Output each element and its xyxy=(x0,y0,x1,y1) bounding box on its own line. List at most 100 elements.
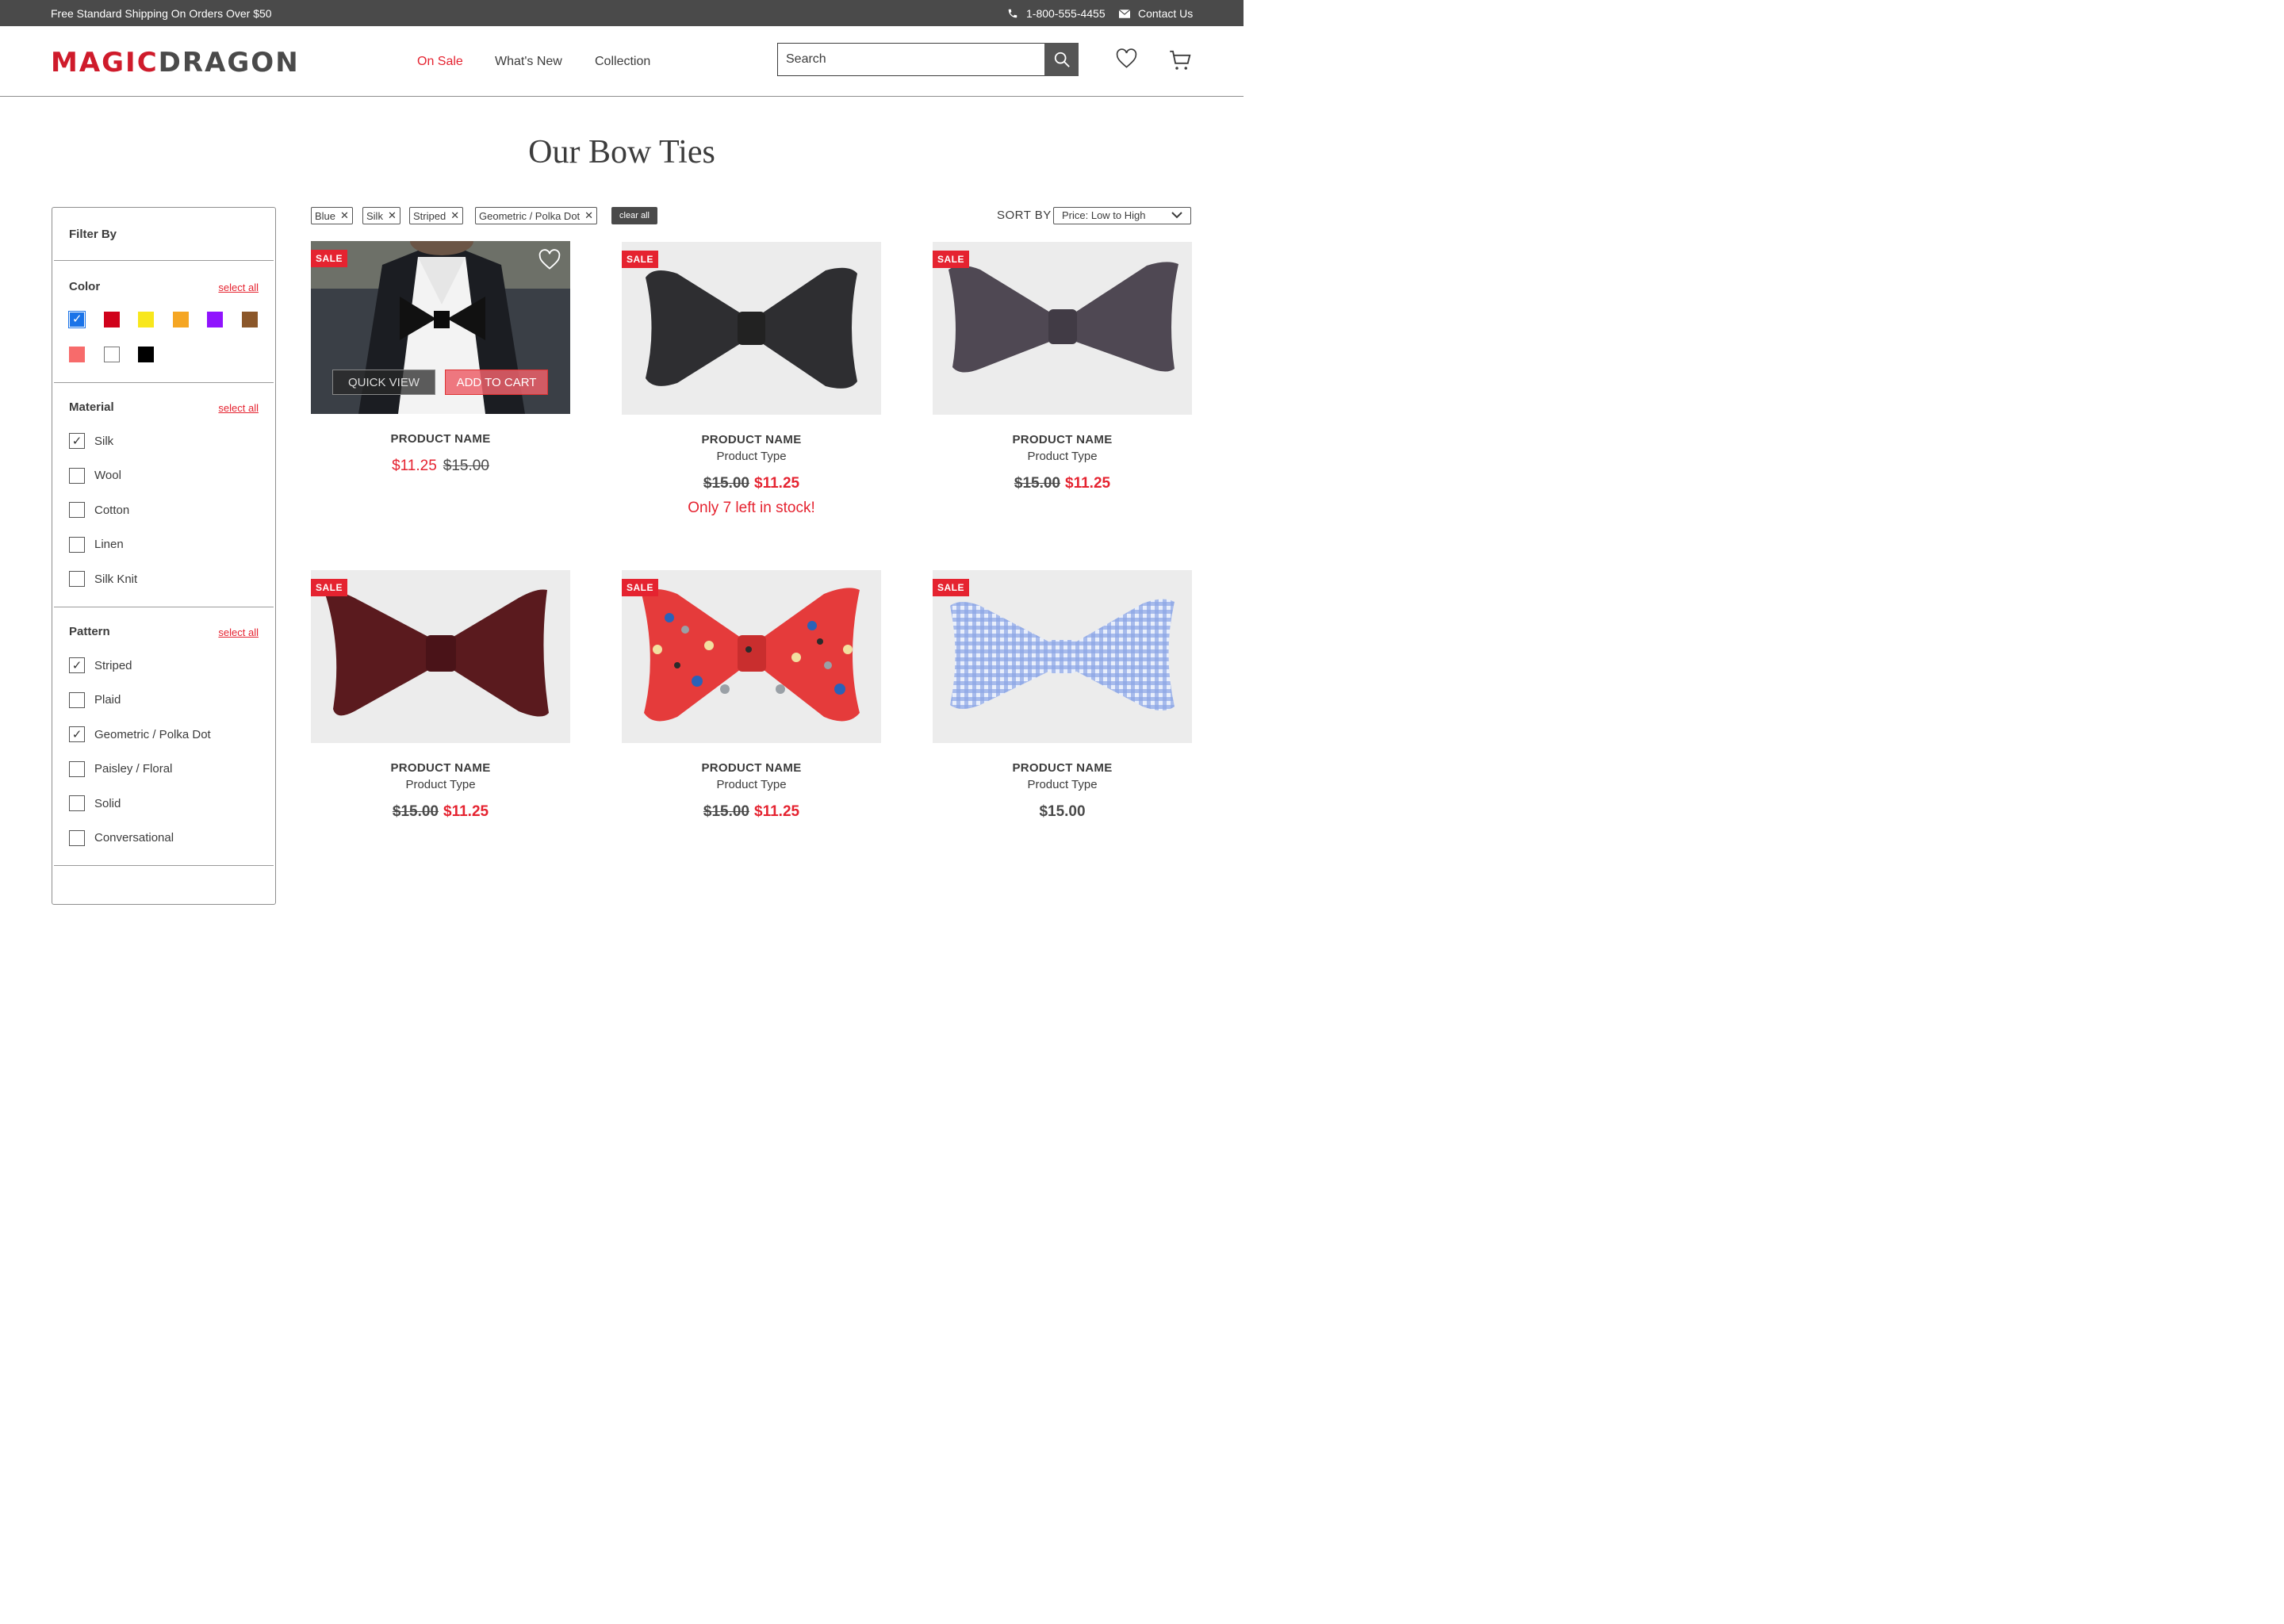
search-button[interactable] xyxy=(1044,43,1079,76)
option-label: Solid xyxy=(94,796,121,810)
product-image[interactable]: SALE xyxy=(622,242,881,415)
checkbox[interactable]: ✓ xyxy=(69,726,85,742)
option-label: Striped xyxy=(94,658,132,672)
close-icon[interactable]: ✕ xyxy=(340,209,349,222)
option-label: Linen xyxy=(94,538,124,551)
check-icon: ✓ xyxy=(72,312,82,326)
color-swatch[interactable] xyxy=(104,347,120,362)
cart-button[interactable] xyxy=(1169,48,1193,76)
material-option[interactable]: ✓ Silk xyxy=(69,433,113,449)
checkbox[interactable] xyxy=(69,467,85,484)
phone-icon xyxy=(1008,9,1017,18)
product-name[interactable]: PRODUCT NAME xyxy=(933,433,1192,446)
checkbox[interactable] xyxy=(69,502,85,518)
option-label: Silk xyxy=(94,434,114,448)
filter-title: Filter By xyxy=(69,228,117,241)
phone-link[interactable]: 1-800-555-4455 xyxy=(1007,7,1106,20)
stock-warning: Only 7 left in stock! xyxy=(688,500,815,516)
price-sale: $11.25 xyxy=(1065,475,1111,492)
pattern-option[interactable]: Conversational xyxy=(69,829,174,846)
product-image[interactable]: SALE xyxy=(933,242,1192,415)
product-name[interactable]: PRODUCT NAME xyxy=(622,761,881,775)
chip-silk[interactable]: Silk ✕ xyxy=(362,207,400,224)
checkbox[interactable]: ✓ xyxy=(69,657,85,673)
product-image[interactable]: SALE xyxy=(622,570,881,743)
product-photo xyxy=(642,588,860,722)
chip-blue[interactable]: Blue ✕ xyxy=(311,207,353,224)
nav-collection[interactable]: Collection xyxy=(595,55,650,69)
color-swatch[interactable] xyxy=(69,347,85,362)
sort-select[interactable]: Price: Low to High xyxy=(1053,207,1191,224)
clear-all-button[interactable]: clear all xyxy=(611,207,657,224)
product-photo xyxy=(950,599,1175,710)
sale-badge: SALE xyxy=(622,579,659,596)
checkbox[interactable] xyxy=(69,795,85,811)
product-name[interactable]: PRODUCT NAME xyxy=(933,761,1192,775)
checkbox[interactable] xyxy=(69,691,85,708)
material-option[interactable]: Wool xyxy=(69,467,121,484)
close-icon[interactable]: ✕ xyxy=(584,209,593,222)
material-option[interactable]: Cotton xyxy=(69,502,129,518)
cart-icon xyxy=(1170,50,1191,70)
brand-logo[interactable]: MAGICDRAGON xyxy=(51,47,300,79)
chip-label: Silk xyxy=(366,209,383,222)
product-image[interactable]: SALE xyxy=(933,570,1192,743)
pattern-select-all[interactable]: select all xyxy=(218,626,259,638)
option-label: Wool xyxy=(94,469,121,482)
product-name[interactable]: PRODUCT NAME xyxy=(311,761,570,775)
search-input[interactable] xyxy=(778,44,1046,75)
pattern-option[interactable]: ✓ Geometric / Polka Dot xyxy=(69,726,211,742)
product-photo xyxy=(325,589,549,717)
heart-icon xyxy=(1116,48,1137,68)
chip-geometric[interactable]: Geometric / Polka Dot ✕ xyxy=(475,207,598,224)
pattern-option[interactable]: Solid xyxy=(69,795,121,811)
product-name[interactable]: PRODUCT NAME xyxy=(311,432,570,446)
option-label: Cotton xyxy=(94,503,130,517)
chip-striped[interactable]: Striped ✕ xyxy=(409,207,464,224)
product-photo xyxy=(646,267,857,389)
color-swatch[interactable] xyxy=(173,312,189,327)
nav-whats-new[interactable]: What's New xyxy=(495,55,562,69)
pattern-heading: Pattern xyxy=(69,625,110,638)
checkbox[interactable] xyxy=(69,760,85,777)
material-option[interactable]: Linen xyxy=(69,536,124,553)
add-to-cart-button[interactable]: ADD TO CART xyxy=(445,370,548,395)
divider xyxy=(54,382,274,383)
color-select-all[interactable]: select all xyxy=(218,282,259,293)
material-option[interactable]: Silk Knit xyxy=(69,571,137,587)
color-swatch[interactable] xyxy=(207,312,223,327)
top-bar: Free Standard Shipping On Orders Over $5… xyxy=(0,0,1244,26)
filter-sidebar: Filter By Color select all ✓ Material se… xyxy=(52,207,276,905)
color-swatch[interactable]: ✓ xyxy=(68,311,86,328)
nav-on-sale[interactable]: On Sale xyxy=(417,55,463,69)
wishlist-button[interactable] xyxy=(1115,48,1138,73)
product-image[interactable]: SALE QUICK VIEW ADD TO CART xyxy=(311,241,570,414)
product-price: $11.25 $15.00 xyxy=(311,458,570,475)
product-name[interactable]: PRODUCT NAME xyxy=(622,433,881,446)
color-swatch[interactable] xyxy=(104,312,120,327)
color-swatch[interactable] xyxy=(138,312,154,327)
contact-link[interactable]: Contact Us xyxy=(1119,7,1193,20)
pattern-option[interactable]: Paisley / Floral xyxy=(69,760,172,777)
heart-icon[interactable] xyxy=(538,249,561,270)
checkbox[interactable] xyxy=(69,536,85,553)
pattern-option[interactable]: Plaid xyxy=(69,691,121,708)
sale-badge: SALE xyxy=(622,251,659,268)
checkbox[interactable] xyxy=(69,571,85,587)
quick-view-button[interactable]: QUICK VIEW xyxy=(332,370,435,395)
product-price: $15.00 $11.25 xyxy=(622,475,881,492)
close-icon[interactable]: ✕ xyxy=(450,209,459,222)
product-image[interactable]: SALE xyxy=(311,570,570,743)
contact-label: Contact Us xyxy=(1138,7,1194,20)
checkbox[interactable]: ✓ xyxy=(69,433,85,449)
color-swatch[interactable] xyxy=(242,312,258,327)
option-label: Plaid xyxy=(94,693,121,707)
color-swatch[interactable] xyxy=(138,347,154,362)
pattern-option[interactable]: ✓ Striped xyxy=(69,657,132,673)
product-type: Product Type xyxy=(716,778,787,791)
checkbox[interactable] xyxy=(69,829,85,846)
color-heading: Color xyxy=(69,280,101,293)
material-select-all[interactable]: select all xyxy=(218,402,259,414)
sort-value: Price: Low to High xyxy=(1062,209,1146,221)
close-icon[interactable]: ✕ xyxy=(388,209,397,222)
